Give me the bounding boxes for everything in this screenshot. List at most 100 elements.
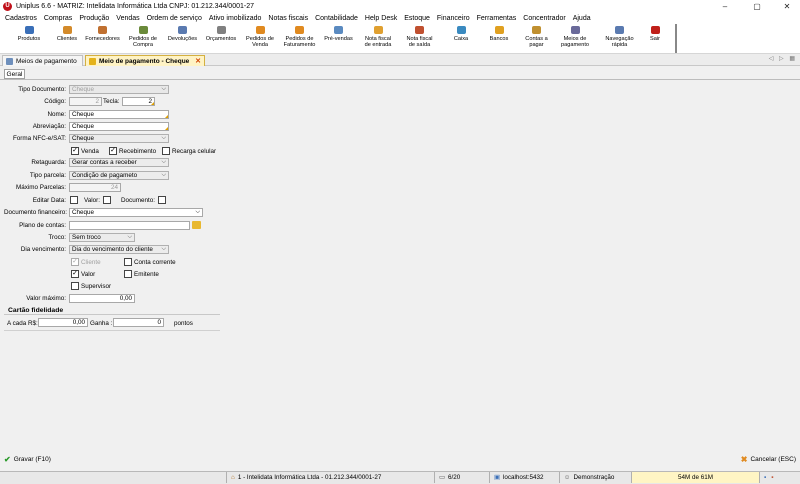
codigo-label: Código: xyxy=(44,98,66,105)
doc-financeiro-combo[interactable]: Cheque ⌵ xyxy=(69,208,203,217)
tipo-parcela-select[interactable]: Condição de pagameto ⌵ xyxy=(69,171,169,180)
menu-ajuda[interactable]: Ajuda xyxy=(573,15,591,22)
menu-producao[interactable]: Produção xyxy=(79,15,109,22)
checkbox-box xyxy=(102,196,111,204)
toolbar-calc-button[interactable]: Orçamentos xyxy=(202,26,240,42)
toolbar-presale-button[interactable]: Pré-vendas xyxy=(319,26,358,42)
menu-contabilidade[interactable]: Contabilidade xyxy=(315,15,358,22)
user-icon xyxy=(62,26,72,34)
dia-vencimento-select[interactable]: Dia do vencimento do cliente ⌵ xyxy=(69,245,169,254)
save-disk-icon[interactable]: ▪ xyxy=(764,474,766,481)
tecla-label: Tecla: xyxy=(103,98,120,105)
toolbar-label: Devoluções xyxy=(167,36,198,42)
tab-meios-pagamento[interactable]: Meios de pagamento xyxy=(2,55,83,66)
troco-select[interactable]: Sem troco ⌵ xyxy=(69,233,135,242)
nav-icon xyxy=(615,26,624,34)
forma-nfce-value: Cheque xyxy=(72,135,95,142)
toolbar-label: Caixa xyxy=(453,36,469,42)
user-icon: ☺ xyxy=(564,474,571,481)
doc-financeiro-label: Documento financeiro: xyxy=(4,209,68,216)
tab-nav-icons[interactable]: ◁ ▷ ▦ xyxy=(769,55,797,62)
tab-meio-pagamento-cheque[interactable]: Meio de pagamento - Cheque ✕ xyxy=(85,55,205,66)
menu-compras[interactable]: Compras xyxy=(44,15,72,22)
toolbar-cart-button[interactable]: Pedidos de Compra xyxy=(123,26,163,48)
return-icon xyxy=(178,26,187,34)
toolbar-payment-button[interactable]: Meios de pagamento xyxy=(556,26,594,48)
retaguarda-select[interactable]: Gerar contas a receber ⌵ xyxy=(69,158,169,167)
chevron-down-icon: ⌵ xyxy=(161,246,166,252)
cart-icon xyxy=(138,26,148,34)
ganha-field[interactable]: 0 xyxy=(113,318,164,327)
maximize-button[interactable]: ▢ xyxy=(742,0,772,12)
close-icon[interactable]: ✕ xyxy=(195,57,201,65)
retaguarda-label: Retaguarda: xyxy=(31,159,66,166)
menu-ativo-imobilizado[interactable]: Ativo imobilizado xyxy=(209,15,262,22)
toolbar-invoice-button[interactable]: Pedidos de Faturamento xyxy=(280,26,319,48)
emitente-checkbox[interactable]: Emitente xyxy=(124,270,159,278)
venda-checkbox[interactable]: ✓ Venda xyxy=(71,147,99,155)
supervisor-checkbox[interactable]: Supervisor xyxy=(71,282,111,290)
menu-financeiro[interactable]: Financeiro xyxy=(437,15,470,22)
toolbar-label: Pedidos de Venda xyxy=(246,36,274,49)
toolbar-order-button[interactable]: Pedidos de Venda xyxy=(240,26,280,48)
menu-vendas[interactable]: Vendas xyxy=(116,15,139,22)
abreviacao-field[interactable]: Cheque xyxy=(69,122,169,131)
forma-nfce-select[interactable]: Cheque ⌵ xyxy=(69,134,169,143)
subtab-geral[interactable]: Geral xyxy=(4,69,25,79)
conta-corrente-checkbox[interactable]: Conta corrente xyxy=(124,258,176,266)
tipo-parcela-value: Condição de pagameto xyxy=(72,172,138,179)
menu-help-desk[interactable]: Help Desk xyxy=(365,15,397,22)
a-cada-field[interactable]: 0,00 xyxy=(38,318,88,327)
status-user-text: Demonstração xyxy=(573,474,615,481)
status-memory[interactable]: 54M de 61M xyxy=(631,472,759,483)
folder-search-icon[interactable] xyxy=(192,221,201,229)
toolbar-nf-in-button[interactable]: Nota fiscal de entrada xyxy=(358,26,398,48)
toolbar-exit-button[interactable]: Sair xyxy=(645,26,665,42)
save-button[interactable]: ✔ Gravar (F10) xyxy=(4,455,51,464)
check-icon: ✓ xyxy=(71,258,79,266)
valor-edit-checkbox[interactable]: Valor: xyxy=(84,196,113,204)
menu-ordem-servico[interactable]: Ordem de serviço xyxy=(147,15,202,22)
editar-data-label: Editar Data: xyxy=(32,197,66,204)
documento-edit-checkbox[interactable]: Documento: xyxy=(121,196,168,204)
dia-vencimento-label: Dia vencimento: xyxy=(20,246,66,253)
tecla-field[interactable]: 2 xyxy=(122,97,155,106)
toolbar-bank-button[interactable]: Bancos xyxy=(481,26,517,42)
toolbar-nf-out-button[interactable]: Nota fiscal de saída xyxy=(398,26,441,48)
nf-in-icon xyxy=(373,26,383,34)
toolbar-user-button[interactable]: Clientes xyxy=(52,26,82,42)
menu-estoque[interactable]: Estoque xyxy=(404,15,430,22)
toolbar-bills-button[interactable]: Contas a pagar xyxy=(517,26,556,48)
supervisor-label: Supervisor xyxy=(81,282,112,290)
status-server-text: localhost:5432 xyxy=(502,474,544,481)
menu-bar: Cadastros Compras Produção Vendas Ordem … xyxy=(0,12,800,24)
valor-checkbox[interactable]: ✓ Valor xyxy=(71,270,95,278)
plano-contas-field[interactable] xyxy=(69,221,190,230)
cashier-icon xyxy=(456,26,466,34)
menu-concentrador[interactable]: Concentrador xyxy=(523,15,565,22)
status-company: ⌂ 1 - Intelidata Informática Ltda - 01.21… xyxy=(226,472,434,483)
menu-cadastros[interactable]: Cadastros xyxy=(5,15,37,22)
save-label: Gravar (F10) xyxy=(13,456,51,463)
recarga-checkbox[interactable]: Recarga celular xyxy=(162,147,216,155)
menu-ferramentas[interactable]: Ferramentas xyxy=(477,15,517,22)
toolbar-cashier-button[interactable]: Caixa xyxy=(441,26,481,42)
presale-icon xyxy=(334,26,343,34)
toolbar-return-button[interactable]: Devoluções xyxy=(163,26,202,42)
pontos-label: pontos xyxy=(174,320,193,327)
editar-data-checkbox[interactable] xyxy=(70,196,80,204)
order-icon xyxy=(255,26,265,34)
nome-field[interactable]: Cheque xyxy=(69,110,169,119)
menu-notas-fiscais[interactable]: Notas fiscais xyxy=(268,15,308,22)
minimize-button[interactable]: – xyxy=(710,0,740,12)
recebimento-checkbox[interactable]: ✓ Recebimento xyxy=(109,147,156,155)
toolbar-box-button[interactable]: Produtos xyxy=(6,26,52,42)
toolbar-truck-button[interactable]: Fornecedores xyxy=(82,26,123,42)
close-button[interactable]: ✕ xyxy=(772,0,800,12)
chevron-down-icon: ⌵ xyxy=(127,234,132,240)
toolbar-nav-button[interactable]: Navegação rápida xyxy=(594,26,645,48)
valor-maximo-field[interactable]: 0,00 xyxy=(69,294,135,303)
cancel-button[interactable]: ✖ Cancelar (ESC) xyxy=(741,455,796,464)
tab-label: Meios de pagamento xyxy=(16,57,77,65)
trash-icon[interactable]: ▪ xyxy=(771,474,773,481)
